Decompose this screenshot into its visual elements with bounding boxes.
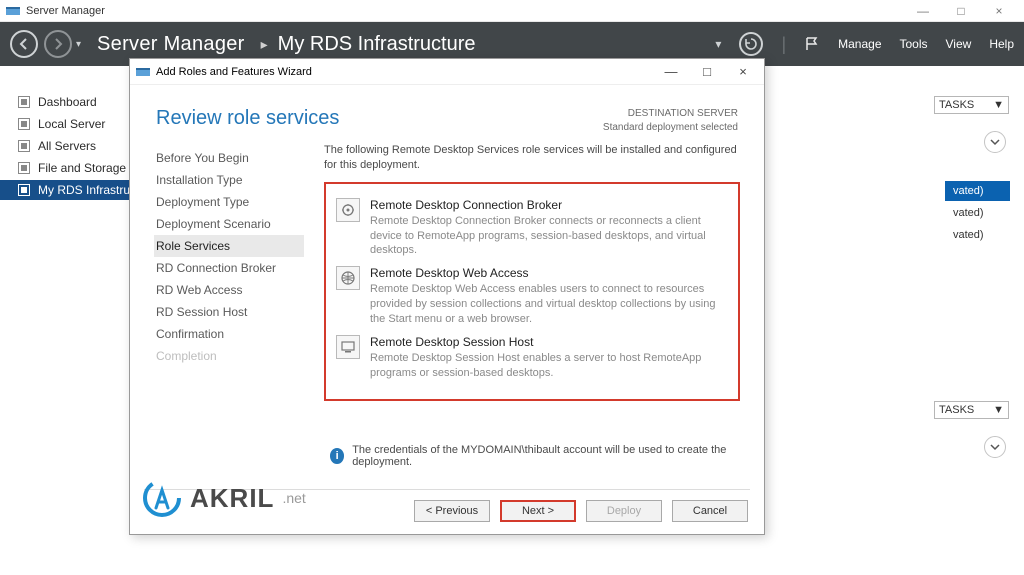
watermark-logo: AKRIL .net bbox=[142, 478, 306, 518]
role-session-host: Remote Desktop Session Host Remote Deskt… bbox=[336, 335, 728, 381]
role-web-access: Remote Desktop Web Access Remote Desktop… bbox=[336, 266, 728, 327]
bg-row-selected[interactable]: vated) bbox=[945, 181, 1010, 201]
outer-window-title: Server Manager bbox=[26, 5, 105, 17]
destination-value: Standard deployment selected bbox=[603, 121, 738, 135]
role-title: Remote Desktop Web Access bbox=[370, 266, 728, 280]
step-deployment-type[interactable]: Deployment Type bbox=[154, 191, 304, 213]
wizard-titlebar: Add Roles and Features Wizard — □ × bbox=[130, 59, 764, 85]
step-rd-connection-broker[interactable]: RD Connection Broker bbox=[154, 257, 304, 279]
breadcrumb-root[interactable]: Server Manager bbox=[87, 33, 245, 56]
outer-restore-button[interactable]: □ bbox=[942, 4, 980, 18]
nav-dropdown-icon[interactable]: ▾ bbox=[76, 39, 81, 50]
role-description: Remote Desktop Connection Broker connect… bbox=[370, 214, 728, 259]
wizard-info-row: i The credentials of the MYDOMAIN\thibau… bbox=[330, 444, 740, 468]
role-connection-broker: Remote Desktop Connection Broker Remote … bbox=[336, 198, 728, 259]
menu-help[interactable]: Help bbox=[989, 37, 1014, 51]
role-title: Remote Desktop Connection Broker bbox=[370, 198, 728, 212]
server-manager-icon bbox=[6, 4, 20, 18]
outer-close-button[interactable]: × bbox=[980, 4, 1018, 18]
session-host-icon bbox=[336, 335, 360, 359]
role-description: Remote Desktop Session Host enables a se… bbox=[370, 351, 728, 381]
nav-forward-button[interactable] bbox=[44, 30, 72, 58]
watermark-suffix: .net bbox=[282, 490, 305, 506]
step-completion: Completion bbox=[154, 345, 304, 367]
add-roles-wizard: Add Roles and Features Wizard — □ × Revi… bbox=[129, 58, 765, 535]
breadcrumb-separator: ▸ bbox=[251, 36, 272, 53]
bg-row[interactable]: vated) bbox=[945, 225, 1010, 245]
step-installation-type[interactable]: Installation Type bbox=[154, 169, 304, 191]
deploy-button: Deploy bbox=[586, 500, 662, 522]
chevron-down-icon: ▼ bbox=[993, 404, 1004, 416]
role-title: Remote Desktop Session Host bbox=[370, 335, 728, 349]
roles-highlight-box: Remote Desktop Connection Broker Remote … bbox=[324, 182, 740, 401]
wizard-maximize-button[interactable]: □ bbox=[692, 64, 722, 79]
step-deployment-scenario[interactable]: Deployment Scenario bbox=[154, 213, 304, 235]
info-icon: i bbox=[330, 448, 344, 464]
menu-view[interactable]: View bbox=[946, 37, 972, 51]
notifications-flag-icon[interactable] bbox=[804, 36, 820, 52]
wizard-info-text: The credentials of the MYDOMAIN\thibault… bbox=[352, 444, 740, 468]
wizard-minimize-button[interactable]: — bbox=[656, 64, 686, 79]
wizard-title: Add Roles and Features Wizard bbox=[156, 66, 312, 78]
chevron-down-icon: ▼ bbox=[993, 99, 1004, 111]
wizard-close-button[interactable]: × bbox=[728, 64, 758, 79]
destination-caption: DESTINATION SERVER bbox=[603, 107, 738, 121]
role-description: Remote Desktop Web Access enables users … bbox=[370, 282, 728, 327]
step-role-services[interactable]: Role Services bbox=[154, 235, 304, 257]
breadcrumb-current[interactable]: My RDS Infrastructure bbox=[278, 33, 476, 56]
next-button[interactable]: Next > bbox=[500, 500, 576, 522]
bg-row[interactable]: vated) bbox=[945, 203, 1010, 223]
connection-broker-icon bbox=[336, 198, 360, 222]
tasks-dropdown-mid[interactable]: TASKS▼ bbox=[934, 401, 1009, 419]
step-before-you-begin[interactable]: Before You Begin bbox=[154, 147, 304, 169]
outer-titlebar: Server Manager — □ × bbox=[0, 0, 1024, 22]
wizard-app-icon bbox=[136, 65, 150, 79]
previous-button[interactable]: < Previous bbox=[414, 500, 490, 522]
web-access-icon bbox=[336, 266, 360, 290]
step-confirmation[interactable]: Confirmation bbox=[154, 323, 304, 345]
step-rd-session-host[interactable]: RD Session Host bbox=[154, 301, 304, 323]
menu-tools[interactable]: Tools bbox=[900, 37, 928, 51]
nav-back-button[interactable] bbox=[10, 30, 38, 58]
tasks-dropdown-top[interactable]: TASKS▼ bbox=[934, 96, 1009, 114]
outer-minimize-button[interactable]: — bbox=[904, 4, 942, 18]
wizard-heading: Review role services bbox=[156, 107, 339, 130]
refresh-icon[interactable] bbox=[739, 32, 763, 56]
separator-icon: | bbox=[781, 34, 786, 55]
watermark-brand: AKRIL bbox=[190, 483, 274, 514]
wizard-intro-text: The following Remote Desktop Services ro… bbox=[324, 143, 740, 174]
wizard-steps: Before You Begin Installation Type Deplo… bbox=[154, 143, 304, 463]
panel-collapse-mid[interactable] bbox=[984, 436, 1006, 458]
menu-manage[interactable]: Manage bbox=[838, 37, 881, 51]
breadcrumb-chevron-icon[interactable]: ▾ bbox=[715, 37, 721, 51]
cancel-button[interactable]: Cancel bbox=[672, 500, 748, 522]
panel-collapse-top[interactable] bbox=[984, 131, 1006, 153]
step-rd-web-access[interactable]: RD Web Access bbox=[154, 279, 304, 301]
